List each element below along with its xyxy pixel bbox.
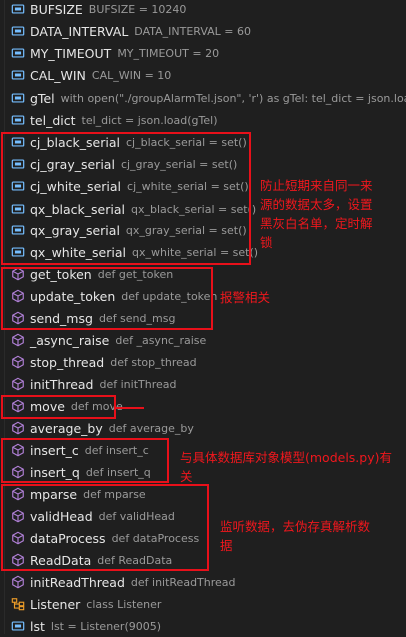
variable-icon bbox=[10, 91, 25, 106]
outline-item[interactable]: CAL_WIN CAL_WIN = 10 bbox=[0, 64, 406, 86]
symbol-detail: DATA_INTERVAL = 60 bbox=[134, 24, 251, 38]
serial-lists-highlight bbox=[1, 132, 251, 265]
outline-item[interactable]: stop_thread def stop_thread bbox=[0, 351, 406, 373]
outline-item[interactable]: tel_dict tel_dict = json.load(gTel) bbox=[0, 109, 406, 131]
symbol-name: BUFSIZE bbox=[30, 1, 83, 17]
parse-highlight bbox=[1, 484, 209, 571]
variable-icon bbox=[10, 68, 25, 83]
move-connector-line bbox=[116, 407, 144, 409]
symbol-detail: def average_by bbox=[108, 421, 194, 435]
symbol-name: average_by bbox=[30, 420, 103, 436]
database-note: 与具体数据库对象模型(models.py)有关 bbox=[180, 450, 392, 484]
symbol-detail: BUFSIZE = 10240 bbox=[88, 2, 187, 16]
symbol-name: initReadThread bbox=[30, 574, 125, 590]
variable-icon bbox=[10, 2, 25, 17]
outline-item[interactable]: MY_TIMEOUT MY_TIMEOUT = 20 bbox=[0, 42, 406, 64]
symbol-name: _async_raise bbox=[30, 332, 110, 348]
symbol-name: stop_thread bbox=[30, 354, 105, 370]
symbol-name: CAL_WIN bbox=[30, 67, 86, 83]
symbol-name: Listener bbox=[30, 596, 81, 612]
outline-item[interactable]: initThread def initThread bbox=[0, 373, 406, 395]
symbol-name: lst bbox=[30, 618, 45, 634]
outline-item[interactable]: BUFSIZE BUFSIZE = 10240 bbox=[0, 0, 406, 20]
alarm-highlight bbox=[1, 267, 213, 330]
variable-icon bbox=[10, 113, 25, 128]
outline-item[interactable]: DATA_INTERVAL DATA_INTERVAL = 60 bbox=[0, 20, 406, 42]
outline-item[interactable]: average_by def average_by bbox=[0, 417, 406, 439]
database-highlight bbox=[1, 438, 169, 483]
function-icon bbox=[10, 421, 25, 436]
symbol-detail: class Listener bbox=[86, 597, 162, 611]
outline-item[interactable]: _async_raise def _async_raise bbox=[0, 329, 406, 351]
outline-item[interactable]: Listener class Listener bbox=[0, 593, 406, 615]
class-icon bbox=[10, 597, 25, 612]
function-icon bbox=[10, 355, 25, 370]
symbol-name: MY_TIMEOUT bbox=[30, 45, 112, 61]
symbol-name: gTel bbox=[30, 90, 55, 106]
outline-item[interactable]: gTel with open("./groupAlarmTel.json", 'r… bbox=[0, 87, 406, 109]
variable-icon bbox=[10, 24, 25, 39]
function-icon bbox=[10, 377, 25, 392]
symbol-detail: def initThread bbox=[99, 377, 177, 391]
symbol-detail: MY_TIMEOUT = 20 bbox=[117, 46, 220, 60]
move-highlight bbox=[1, 395, 116, 419]
parse-note: 监听数据，去伪存真解析数据 bbox=[220, 519, 371, 553]
symbol-name: DATA_INTERVAL bbox=[30, 23, 129, 39]
symbol-detail: CAL_WIN = 10 bbox=[91, 68, 172, 82]
function-icon bbox=[10, 333, 25, 348]
symbol-detail: lst = Listener(9005) bbox=[50, 619, 162, 633]
symbol-name: tel_dict bbox=[30, 112, 76, 128]
variable-icon bbox=[10, 619, 25, 634]
symbol-detail: with open("./groupAlarmTel.json", 'r') a… bbox=[60, 91, 406, 105]
symbol-detail: def _async_raise bbox=[115, 333, 207, 347]
symbol-detail: def initReadThread bbox=[130, 575, 236, 589]
outline-item[interactable]: initReadThread def initReadThread bbox=[0, 571, 406, 593]
symbol-detail: tel_dict = json.load(gTel) bbox=[81, 113, 218, 127]
symbol-detail: def stop_thread bbox=[110, 355, 197, 369]
function-icon bbox=[10, 575, 25, 590]
serial-lists-note: 防止短期来自同一来源的数据太多，设置黑灰白名单，定时解锁 bbox=[260, 178, 373, 250]
symbol-name: initThread bbox=[30, 376, 94, 392]
variable-icon bbox=[10, 46, 25, 61]
alarm-note: 报警相关 bbox=[220, 290, 271, 305]
